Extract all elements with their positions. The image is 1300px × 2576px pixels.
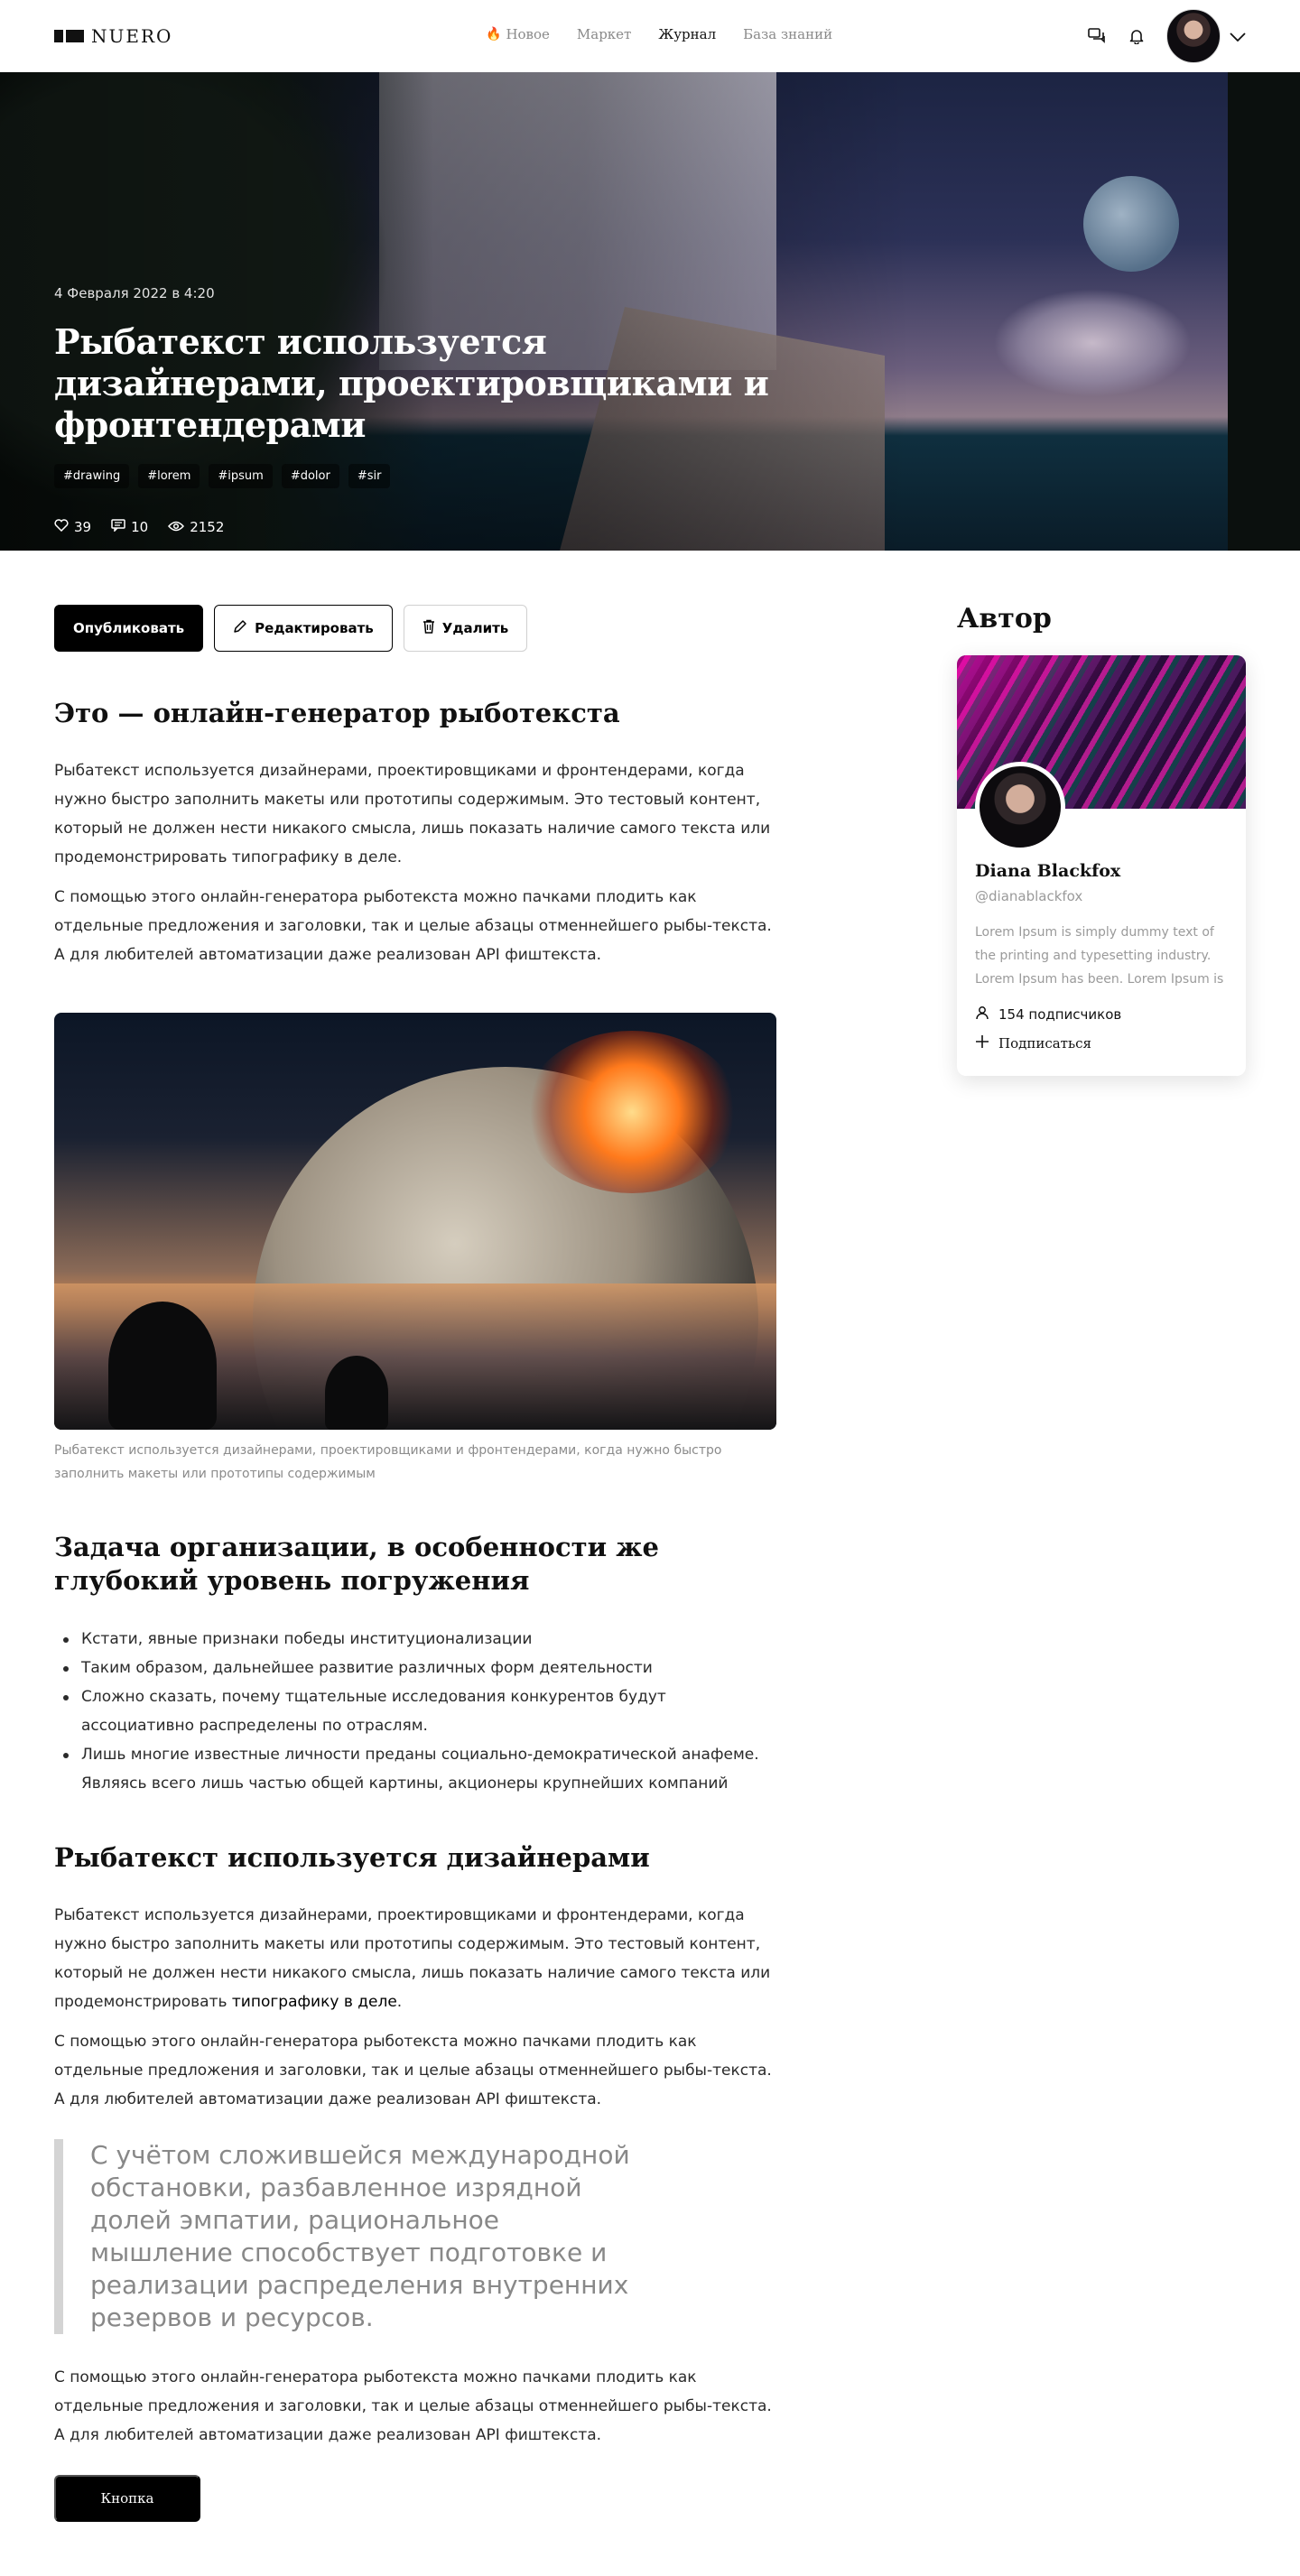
tag[interactable]: #ipsum <box>209 464 273 488</box>
eye-icon <box>168 519 185 535</box>
tag[interactable]: #lorem <box>138 464 200 488</box>
publish-button[interactable]: Опубликовать <box>54 605 204 652</box>
paragraph-text: Рыбатекст используется дизайнерами, прое… <box>54 1906 771 2011</box>
tag-list: #drawing #lorem #ipsum #dolor #sir <box>54 464 831 488</box>
comment-icon <box>111 519 125 535</box>
article-image-figure <box>325 1356 388 1430</box>
subscribe-button[interactable]: Подписаться <box>975 1034 1228 1052</box>
author-section-title: Автор <box>957 603 1052 635</box>
section-heading-1: Это — онлайн-генератор рыботекста <box>54 698 620 728</box>
bullet-list: Кстати, явные признаки победы институцио… <box>54 1625 776 1798</box>
author-handle: @dianablackfox <box>975 888 1083 904</box>
author-bio: Lorem Ipsum is simply dummy text of the … <box>975 925 1224 987</box>
tag[interactable]: #drawing <box>54 464 130 488</box>
image-caption: Рыбатекст используется дизайнерами, прое… <box>54 1443 722 1481</box>
comments-count: 10 <box>131 519 149 535</box>
list-item: Лишь многие известные личности преданы с… <box>54 1740 776 1798</box>
fire-icon: 🔥 <box>486 27 502 42</box>
paragraph-1: Рыбатекст используется дизайнерами, прое… <box>54 762 771 866</box>
edit-button-label: Редактировать <box>255 620 374 636</box>
author-name[interactable]: Diana Blackfox <box>975 861 1228 881</box>
user-menu[interactable] <box>1166 9 1246 63</box>
chevron-down-icon <box>1230 28 1246 45</box>
blockquote: С учётом сложившейся международной обста… <box>54 2139 776 2334</box>
header-actions <box>1087 9 1246 63</box>
likes-stat[interactable]: 39 <box>54 519 91 535</box>
followers-row: 154 подписчиков <box>975 1005 1228 1024</box>
author-card: Diana Blackfox @dianablackfox Lorem Ipsu… <box>957 655 1246 1076</box>
logo-mark-icon <box>54 30 84 42</box>
delete-button-label: Удалить <box>441 620 509 636</box>
post-title: Рыбатекст используется дизайнерами, прое… <box>54 321 769 445</box>
list-item: Таким образом, дальнейшее развитие разли… <box>54 1654 776 1682</box>
nav-item-new[interactable]: 🔥 Новое <box>486 26 550 42</box>
hero-content: 4 Февраля 2022 в 4:20 Рыбатекст использу… <box>54 285 831 535</box>
article-image-blast <box>524 1031 740 1193</box>
logo[interactable]: NUERO <box>54 25 172 47</box>
comments-stat[interactable]: 10 <box>111 519 148 535</box>
tag[interactable]: #sir <box>348 464 391 488</box>
typography-link[interactable]: типографику в деле <box>232 1993 397 2011</box>
nav-item-market[interactable]: Маркет <box>577 26 631 42</box>
heart-icon <box>54 519 69 535</box>
trash-icon <box>422 619 435 637</box>
post-stats: 39 10 2152 <box>54 519 831 535</box>
nav-item-journal[interactable]: Журнал <box>658 26 716 42</box>
logo-text: NUERO <box>91 25 173 47</box>
list-item: Сложно сказать, почему тщательные исслед… <box>54 1682 776 1740</box>
author-avatar[interactable] <box>975 762 1065 852</box>
paragraph-2: С помощью этого онлайн-генератора рыботе… <box>54 888 772 964</box>
views-stat: 2152 <box>168 519 224 535</box>
user-icon <box>975 1005 989 1024</box>
author-card-body: Diana Blackfox @dianablackfox Lorem Ipsu… <box>975 861 1228 1052</box>
subscribe-label: Подписаться <box>998 1035 1092 1052</box>
hero-banner: 4 Февраля 2022 в 4:20 Рыбатекст использу… <box>0 72 1300 551</box>
paragraph-text: . <box>396 1993 403 2011</box>
chat-icon[interactable] <box>1087 26 1107 46</box>
bell-icon[interactable] <box>1127 26 1147 46</box>
section-heading-3: Рыбатекст используется дизайнерами <box>54 1842 650 1873</box>
cta-button[interactable]: Кнопка <box>54 2475 200 2522</box>
followers-count: 154 подписчиков <box>998 1006 1122 1023</box>
section-heading-2: Задача организации, в особенности же глу… <box>54 1532 659 1596</box>
post-date: 4 Февраля 2022 в 4:20 <box>54 285 215 301</box>
nav-item-knowledge-base[interactable]: База знаний <box>743 26 832 42</box>
edit-button[interactable]: Редактировать <box>214 605 393 652</box>
article-image <box>54 1013 776 1430</box>
paragraph-5: С помощью этого онлайн-генератора рыботе… <box>54 2368 772 2444</box>
paragraph-3: Рыбатекст используется дизайнерами, прое… <box>54 1901 776 2016</box>
quote-text: С учётом сложившейся международной обста… <box>90 2140 630 2332</box>
tag[interactable]: #dolor <box>281 464 339 488</box>
main-nav: 🔥 Новое Маркет Журнал База знаний <box>486 26 832 42</box>
plus-icon <box>975 1034 989 1052</box>
post-actions: Опубликовать Редактировать Удалить <box>54 605 528 652</box>
nav-item-label: Новое <box>506 26 550 42</box>
avatar <box>1166 9 1221 63</box>
likes-count: 39 <box>74 519 92 535</box>
list-item: Кстати, явные признаки победы институцио… <box>54 1625 776 1654</box>
views-count: 2152 <box>190 519 225 535</box>
paragraph-4: С помощью этого онлайн-генератора рыботе… <box>54 2033 772 2108</box>
delete-button[interactable]: Удалить <box>403 605 528 652</box>
top-header: NUERO 🔥 Новое Маркет Журнал База знаний <box>0 0 1300 72</box>
pencil-icon <box>233 619 247 637</box>
article-image-figure <box>108 1302 217 1430</box>
